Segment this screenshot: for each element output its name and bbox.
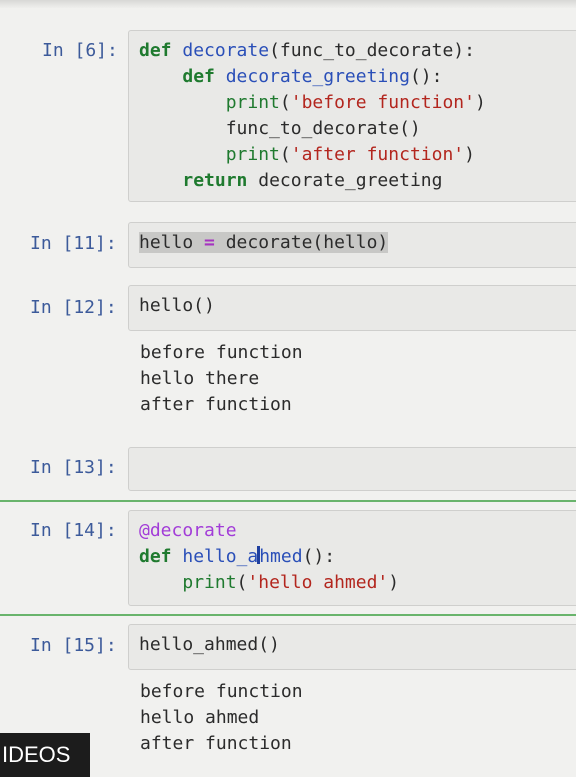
top-strip — [0, 0, 576, 8]
code-line: @decorate — [139, 518, 237, 544]
code-cell-input[interactable]: @decorate def hello_ahmed(): print('hello… — [128, 510, 576, 606]
code-token: ) — [474, 92, 486, 113]
video-overlay-badge[interactable]: IDEOS — [0, 733, 90, 777]
code-token: (): — [302, 546, 336, 567]
code-token: ( — [279, 144, 291, 165]
code-token: func_to_decorate() — [139, 118, 421, 139]
code-line: hello() — [139, 293, 215, 319]
code-token: hello — [139, 232, 205, 253]
code-token: print — [182, 572, 237, 593]
code-cell-input[interactable]: def decorate(func_to_decorate): def deco… — [128, 30, 576, 202]
code-token: hello() — [139, 295, 215, 316]
code-token: decorate(hello) — [214, 232, 389, 253]
output-line: after function — [140, 394, 292, 415]
cell-prompt: In [6]: — [42, 40, 118, 61]
code-token: print — [225, 92, 280, 113]
code-cell-input[interactable]: hello_ahmed() — [128, 624, 576, 670]
cell-prompt: In [15]: — [30, 635, 117, 656]
code-token: decorate_greeting — [247, 170, 443, 191]
code-line: def decorate(func_to_decorate): — [139, 38, 475, 64]
code-cell-input[interactable]: hello = decorate(hello) — [128, 222, 576, 268]
code-line: func_to_decorate() — [139, 116, 421, 142]
code-token: def — [182, 66, 215, 87]
code-cell-input-empty[interactable] — [128, 447, 576, 491]
cell-prompt: In [13]: — [30, 457, 117, 478]
output-line: hello there — [140, 368, 260, 389]
code-token: 'after function' — [290, 144, 465, 165]
code-token: 'hello ahmed' — [247, 572, 389, 593]
selected-cell-border-top — [0, 500, 576, 502]
code-line: def decorate_greeting(): — [139, 64, 442, 90]
code-token: decorate_greeting — [225, 66, 410, 87]
output-line: before function — [140, 342, 303, 363]
output-line: after function — [140, 733, 292, 754]
selected-cell-border-bottom — [0, 614, 576, 616]
code-token: (func_to_decorate): — [269, 40, 475, 61]
cell-prompt: In [11]: — [30, 233, 117, 254]
code-token: ) — [388, 572, 400, 593]
code-token: hello_a — [182, 546, 259, 567]
code-token: hello_ahmed() — [139, 634, 280, 655]
cell-prompt: In [12]: — [30, 297, 117, 318]
code-token: ) — [464, 144, 475, 165]
code-token: hmed — [259, 546, 303, 567]
code-line: print('hello ahmed') — [139, 570, 399, 596]
code-line: hello = decorate(hello) — [139, 230, 389, 256]
code-token: print — [225, 144, 280, 165]
code-line: def hello_ahmed(): — [139, 544, 335, 570]
code-token: return — [182, 170, 248, 191]
code-line: print('after function') — [139, 142, 475, 168]
code-token: def — [139, 40, 172, 61]
code-token: def — [139, 546, 172, 567]
cell-prompt: In [14]: — [30, 520, 117, 541]
code-token: @decorate — [139, 520, 237, 541]
code-token: ( — [236, 572, 248, 593]
code-line: print('before function') — [139, 90, 486, 116]
code-line: hello_ahmed() — [139, 632, 280, 658]
code-token: 'before function' — [290, 92, 475, 113]
output-line: hello ahmed — [140, 707, 260, 728]
code-token: = — [204, 232, 215, 253]
code-cell-input[interactable]: hello() — [128, 285, 576, 331]
output-line: before function — [140, 681, 303, 702]
code-token: ( — [279, 92, 291, 113]
code-token: (): — [409, 66, 443, 87]
code-token: decorate — [182, 40, 270, 61]
code-line: return decorate_greeting — [139, 168, 442, 194]
